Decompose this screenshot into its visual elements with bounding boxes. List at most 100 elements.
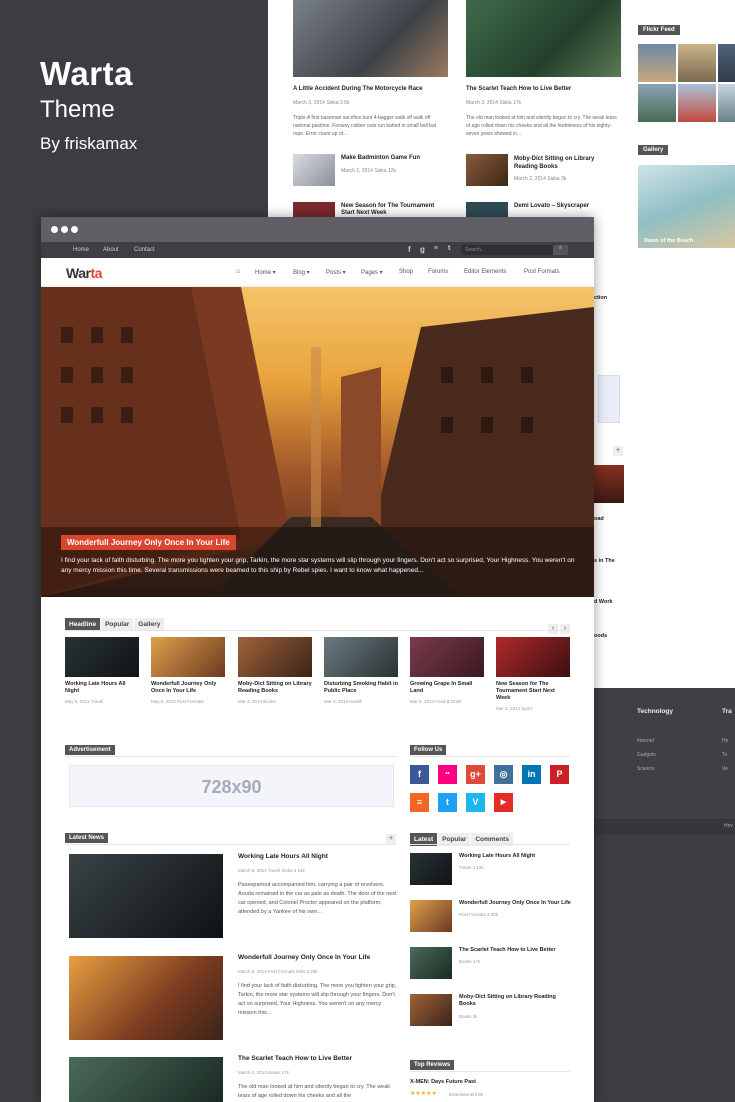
news-title[interactable]: The Scarlet Teach How to Live Better — [238, 1055, 352, 1062]
plus-icon[interactable]: + — [613, 446, 623, 456]
post-title[interactable]: New Season for The Tournament Start Next… — [341, 203, 446, 217]
google-plus-icon[interactable]: g — [420, 245, 425, 254]
hero-slider[interactable]: Wonderfull Journey Only Once In Your Lif… — [41, 287, 594, 597]
headline-card[interactable]: Growing Grape In Small Land Mar 3, 2014 … — [410, 637, 484, 705]
window-dot-icon[interactable] — [71, 226, 78, 233]
footer-link[interactable]: Gadgets — [637, 748, 656, 762]
post-title[interactable]: Moby-Dict Sitting on Library Reading Boo… — [514, 155, 619, 171]
nav-item-posts[interactable]: Posts ▾ — [326, 269, 346, 276]
ad-banner[interactable]: 728x90 — [69, 765, 394, 807]
chevron-right-icon[interactable]: › — [560, 624, 570, 634]
plus-icon[interactable]: + — [386, 834, 396, 844]
post-image[interactable] — [466, 0, 621, 77]
gallery-image[interactable]: Dawn of the Beach — [638, 165, 735, 248]
card-title[interactable]: Working Late Hours All Night — [65, 681, 139, 695]
card-title[interactable]: Disturbing Smoking Habit in Public Place — [324, 681, 398, 695]
nav-item-blog[interactable]: Blog ▾ — [293, 269, 310, 276]
flickr-photo[interactable] — [718, 84, 735, 122]
search-icon[interactable]: ⌕ — [553, 245, 568, 255]
card-title[interactable]: Moby-Dict Sitting on Library Reading Boo… — [238, 681, 312, 695]
post-title[interactable]: The Scarlet Teach How to Live Better — [466, 86, 571, 92]
sidebar-thumb[interactable] — [410, 853, 452, 885]
topbar-link-home[interactable]: Home — [73, 247, 89, 253]
headline-card[interactable]: New Season for The Tournament Start Next… — [496, 637, 570, 712]
twitter-icon[interactable]: t — [448, 245, 450, 252]
post-thumb[interactable] — [594, 465, 624, 503]
footer-link[interactable]: Ve — [722, 762, 728, 776]
search-input[interactable]: Search... — [461, 245, 561, 255]
post-image[interactable] — [293, 0, 448, 77]
news-title[interactable]: Working Late Hours All Night — [238, 853, 328, 860]
sidebar-thumb[interactable] — [410, 947, 452, 979]
sidebar-thumb[interactable] — [410, 900, 452, 932]
post-thumb[interactable] — [466, 202, 508, 217]
facebook-icon[interactable]: f — [410, 765, 429, 784]
topbar-link-about[interactable]: About — [103, 247, 119, 253]
post-thumb[interactable] — [466, 154, 508, 186]
post-title[interactable]: A Little Accident During The Motorcycle … — [293, 86, 423, 92]
card-image[interactable] — [496, 637, 570, 677]
card-title[interactable]: New Season for The Tournament Start Next… — [496, 681, 570, 702]
home-icon[interactable]: ⌂ — [236, 268, 240, 275]
news-image[interactable] — [69, 956, 223, 1040]
footer-link[interactable]: Science — [637, 762, 656, 776]
instagram-icon[interactable]: ◎ — [494, 765, 513, 784]
flickr-photo[interactable] — [678, 84, 716, 122]
sidebar-title[interactable]: Moby-Dict Sitting on Library Reading Boo… — [459, 994, 574, 1008]
card-image[interactable] — [65, 637, 139, 677]
rss-icon[interactable]: ≡ — [434, 245, 438, 252]
headline-card[interactable]: Disturbing Smoking Habit in Public Place… — [324, 637, 398, 705]
review-title[interactable]: X-MEN: Days Future Past — [410, 1079, 476, 1085]
sidebar-title[interactable]: Wonderfull Journey Only Once In Your Lif… — [459, 900, 574, 907]
topbar-link-contact[interactable]: Contact — [134, 247, 155, 253]
window-dot-icon[interactable] — [51, 226, 58, 233]
flickr-photo[interactable] — [638, 84, 676, 122]
post-title[interactable]: Make Badminton Game Fun — [341, 155, 441, 161]
flickr-icon[interactable]: •• — [438, 765, 457, 784]
footer-link[interactable]: Internet — [637, 734, 656, 748]
sidebar-title[interactable]: The Scarlet Teach How to Live Better — [459, 947, 574, 954]
nav-item-editor-elements[interactable]: Editor Elements — [464, 269, 506, 275]
nav-item-pages[interactable]: Pages ▾ — [361, 269, 383, 276]
pinterest-icon[interactable]: P — [550, 765, 569, 784]
post-thumb[interactable] — [293, 154, 335, 186]
rss-icon[interactable]: ≡ — [410, 793, 429, 812]
flickr-photo[interactable] — [718, 44, 735, 82]
card-image[interactable] — [151, 637, 225, 677]
headline-card[interactable]: Moby-Dict Sitting on Library Reading Boo… — [238, 637, 312, 705]
nav-item-forums[interactable]: Forums — [428, 269, 448, 275]
footer-link[interactable]: Ho — [722, 734, 728, 748]
card-image[interactable] — [324, 637, 398, 677]
footer-link[interactable]: To — [722, 748, 728, 762]
post-title[interactable]: Demi Lovato – Skyscraper — [514, 203, 589, 209]
linkedin-icon[interactable]: in — [522, 765, 541, 784]
sidebar-title[interactable]: Working Late Hours All Night — [459, 853, 574, 860]
flickr-photo[interactable] — [638, 44, 676, 82]
sidebar-thumb[interactable] — [410, 994, 452, 1026]
card-title[interactable]: Wonderfull Journey Only Once In Your Lif… — [151, 681, 225, 695]
facebook-icon[interactable]: f — [408, 245, 411, 254]
card-image[interactable] — [410, 637, 484, 677]
post-thumb[interactable] — [293, 202, 335, 217]
card-title[interactable]: Growing Grape In Small Land — [410, 681, 484, 695]
site-logo[interactable]: Warta — [66, 265, 102, 281]
vimeo-icon[interactable]: V — [466, 793, 485, 812]
google-plus-icon[interactable]: g+ — [466, 765, 485, 784]
headline-card[interactable]: Wonderfull Journey Only Once In Your Lif… — [151, 637, 225, 705]
news-image[interactable] — [69, 1057, 223, 1102]
youtube-icon[interactable]: ▶ — [494, 793, 513, 812]
twitter-icon[interactable]: t — [438, 793, 457, 812]
nav-item-shop[interactable]: Shop — [399, 269, 413, 275]
top-bar: Home About Contact f g ≡ t Search... ⌕ — [41, 242, 594, 258]
chevron-left-icon[interactable]: ‹ — [548, 624, 558, 634]
window-dot-icon[interactable] — [61, 226, 68, 233]
news-title[interactable]: Wonderfull Journey Only Once In Your Lif… — [238, 954, 370, 961]
flickr-photo[interactable] — [678, 44, 716, 82]
news-image[interactable] — [69, 854, 223, 938]
divider — [65, 844, 397, 845]
card-image[interactable] — [238, 637, 312, 677]
hero-title[interactable]: Wonderfull Journey Only Once In Your Lif… — [61, 535, 236, 550]
nav-item-post-formats[interactable]: Post Formats — [524, 269, 560, 275]
nav-item-home[interactable]: Home ▾ — [255, 269, 276, 276]
headline-card[interactable]: Working Late Hours All Night May 5, 2014… — [65, 637, 139, 705]
